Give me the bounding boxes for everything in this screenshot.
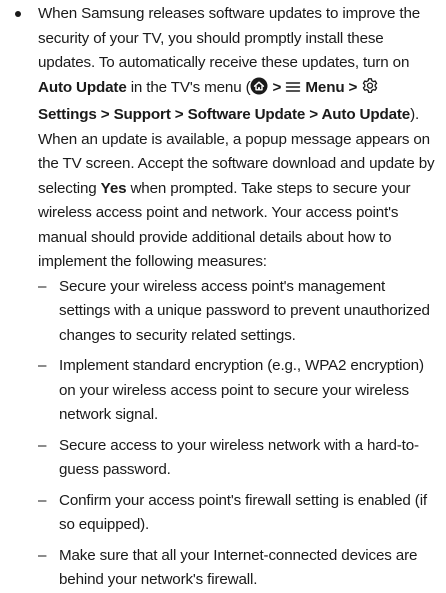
bullet-dot <box>15 11 21 17</box>
list-item-text: Secure access to your wireless network w… <box>59 436 419 479</box>
list-item: – Implement standard encryption (e.g., WP… <box>38 354 438 428</box>
dash-marker: – <box>38 436 47 454</box>
list-item: – Make sure that all your Internet-connec… <box>38 544 438 593</box>
list-item-text: Make sure that all your Internet-connect… <box>59 546 418 589</box>
text-segment: When Samsung releases software updates t… <box>38 5 421 71</box>
dash-marker: – <box>38 357 47 374</box>
bullet-text: When Samsung releases software updates t… <box>38 5 435 270</box>
path-separator: > <box>344 78 362 96</box>
text-segment: in the TV's menu ( <box>126 78 251 96</box>
list-item-text: Secure your wireless access point's mana… <box>59 277 430 344</box>
manual-page: When Samsung releases software updates t… <box>0 0 446 588</box>
home-icon <box>250 77 268 104</box>
auto-update-label: Auto Update <box>38 78 127 96</box>
yes-label: Yes <box>100 179 127 197</box>
dash-marker: – <box>38 546 47 564</box>
path-separator: > <box>268 78 286 96</box>
gear-icon <box>361 77 379 104</box>
measures-list: – Secure your wireless access point's man… <box>38 275 438 593</box>
menu-label: Menu <box>305 78 345 96</box>
list-item: – Confirm your access point's firewall se… <box>38 489 438 538</box>
list-item-text: Confirm your access point's firewall set… <box>59 491 427 534</box>
dash-marker: – <box>38 491 47 509</box>
dash-marker: – <box>38 277 47 295</box>
menu-icon <box>285 79 301 104</box>
list-item-text: Implement standard encryption (e.g., WPA… <box>59 357 424 423</box>
bullet-item-software-updates: When Samsung releases software updates t… <box>14 2 438 593</box>
settings-path: Settings > Support > Software Update > A… <box>38 106 411 123</box>
list-item: – Secure your wireless access point's man… <box>38 275 438 349</box>
list-item: – Secure access to your wireless network … <box>38 434 438 483</box>
